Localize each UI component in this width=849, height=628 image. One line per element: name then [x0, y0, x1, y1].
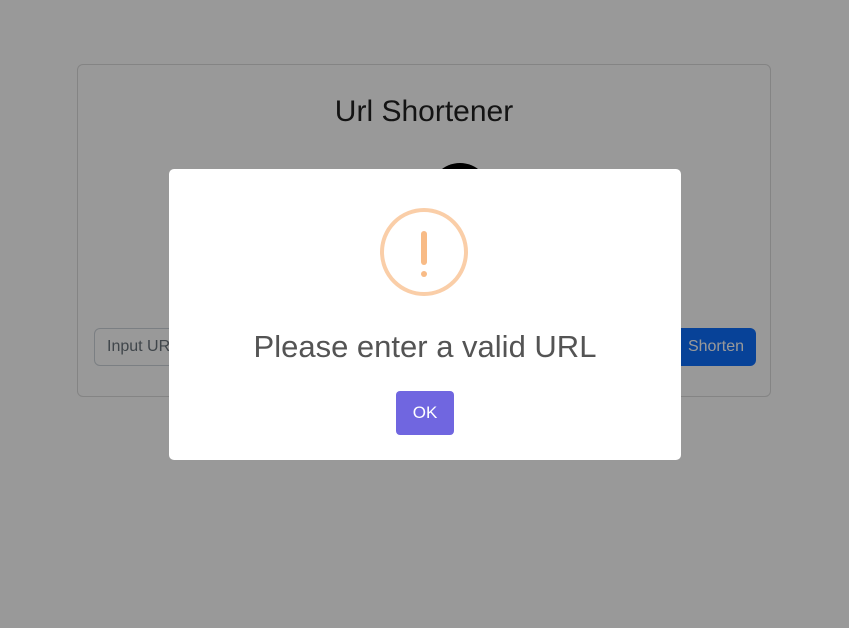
alert-title: Please enter a valid URL	[253, 329, 597, 364]
page: Url Shortener Shorten Please enter a val…	[0, 0, 849, 628]
exclamation-dot	[421, 271, 427, 277]
exclamation-bar	[421, 231, 427, 265]
ok-button[interactable]: OK	[396, 391, 454, 435]
warning-icon	[380, 208, 468, 296]
alert-dialog: Please enter a valid URL OK	[169, 169, 681, 460]
